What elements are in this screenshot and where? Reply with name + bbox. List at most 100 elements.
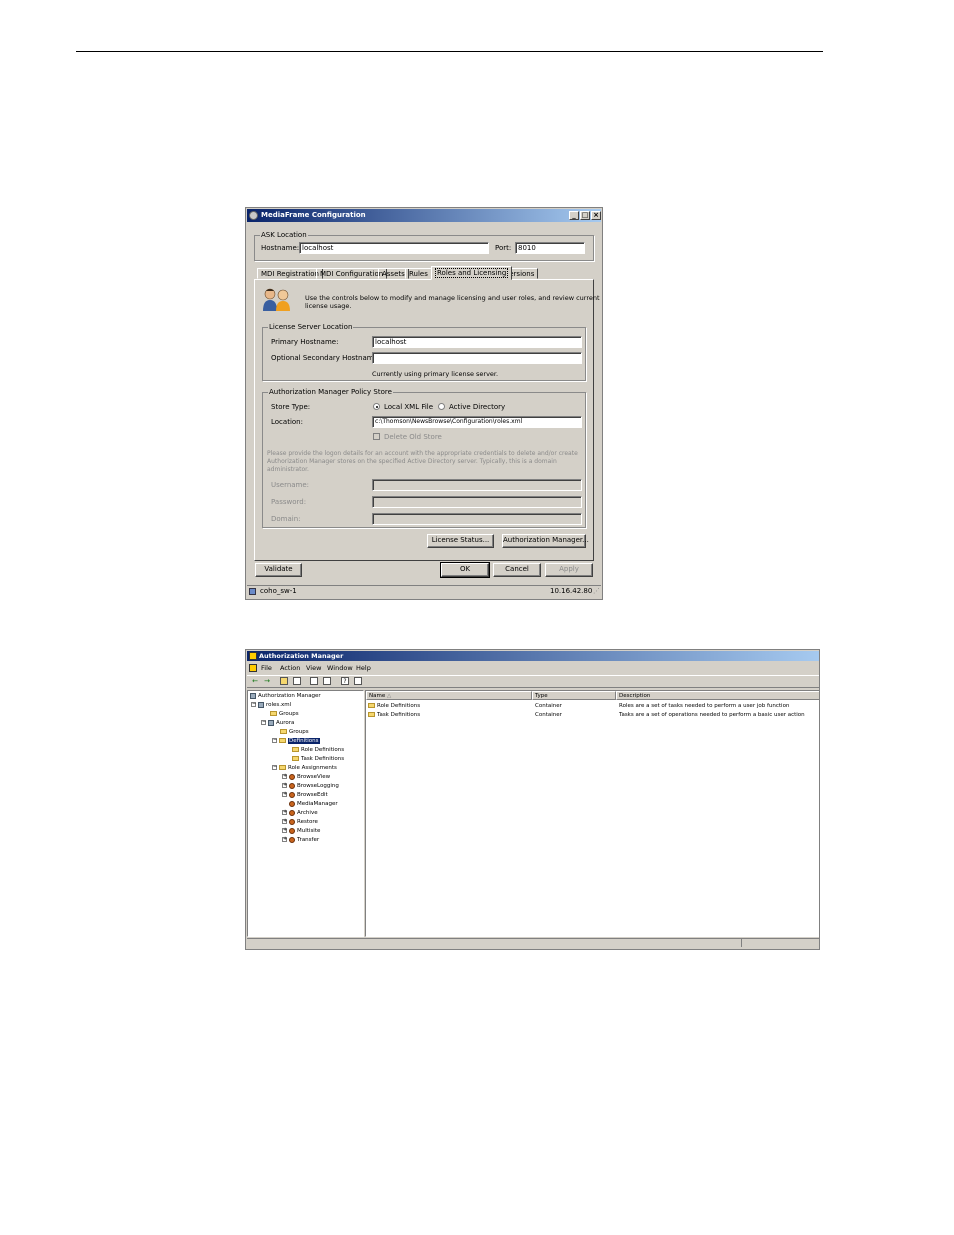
- primary-hostname-input[interactable]: localhost: [372, 336, 582, 348]
- menu-view[interactable]: View: [306, 663, 321, 673]
- close-icon[interactable]: ×: [591, 211, 601, 220]
- list-row-name[interactable]: Role Definitions: [368, 702, 420, 710]
- tab-roles-and-licensing[interactable]: Roles and Licensing: [431, 266, 513, 280]
- role-icon: [289, 827, 295, 834]
- tree-definitions-label: Definitions: [288, 738, 320, 744]
- menu-file[interactable]: File: [261, 663, 272, 673]
- active-directory-radio[interactable]: [438, 403, 445, 410]
- tree-role-assignments[interactable]: − Role Assignments: [272, 764, 337, 772]
- help-icon[interactable]: ?: [341, 677, 349, 685]
- forward-arrow-icon[interactable]: →: [263, 677, 271, 685]
- app-globe-icon: [249, 211, 258, 220]
- tree-role-definitions[interactable]: Role Definitions: [292, 746, 344, 754]
- authman-window-title: Authorization Manager: [259, 652, 344, 660]
- expand-icon[interactable]: +: [282, 774, 287, 779]
- port-input[interactable]: 8010: [515, 242, 585, 254]
- policy-store-legend: Authorization Manager Policy Store: [268, 388, 393, 396]
- domain-input[interactable]: [372, 513, 582, 525]
- tree-role[interactable]: + Restore: [282, 818, 318, 826]
- validate-button[interactable]: Validate: [255, 563, 302, 577]
- tree-role[interactable]: + BrowseEdit: [282, 791, 328, 799]
- tree-definitions[interactable]: − Definitions: [272, 737, 320, 745]
- config-title-bar[interactable]: MediaFrame Configuration _ □ ×: [247, 209, 601, 222]
- show-hide-tree-icon[interactable]: [293, 677, 301, 685]
- authorization-manager-button[interactable]: Authorization Manager...: [502, 534, 589, 548]
- tree-role[interactable]: + Archive: [282, 809, 318, 817]
- menu-help[interactable]: Help: [356, 663, 371, 673]
- hostname-input[interactable]: localhost: [299, 242, 489, 254]
- collapse-icon[interactable]: −: [261, 720, 266, 725]
- console-tree-icon[interactable]: [354, 677, 362, 685]
- local-xml-label[interactable]: Local XML File: [384, 403, 433, 411]
- authman-title-bar[interactable]: Authorization Manager: [247, 651, 819, 661]
- location-input[interactable]: c:\Thomson\NewsBrowse\Configuration\role…: [372, 416, 582, 428]
- sort-ascending-icon: △: [386, 693, 392, 699]
- tree-role[interactable]: + BrowseLogging: [282, 782, 339, 790]
- expand-icon[interactable]: +: [282, 792, 287, 797]
- maximize-icon[interactable]: □: [580, 211, 590, 220]
- local-xml-radio[interactable]: [373, 403, 380, 410]
- location-label: Location:: [271, 418, 303, 426]
- tree-store-groups[interactable]: Groups: [270, 710, 299, 718]
- expand-icon[interactable]: +: [282, 810, 287, 815]
- collapse-icon[interactable]: −: [251, 702, 256, 707]
- tree-role[interactable]: MediaManager: [289, 800, 338, 808]
- minimize-icon[interactable]: _: [569, 211, 579, 220]
- expand-icon[interactable]: +: [282, 783, 287, 788]
- delete-old-store-checkbox[interactable]: [373, 433, 380, 440]
- password-input[interactable]: [372, 496, 582, 508]
- apply-button[interactable]: Apply: [545, 563, 593, 577]
- up-folder-icon[interactable]: [280, 677, 288, 685]
- properties-icon[interactable]: [310, 677, 318, 685]
- cancel-button[interactable]: Cancel: [493, 563, 541, 577]
- secondary-hostname-label: Optional Secondary Hostname:: [271, 354, 381, 362]
- tree-task-definitions[interactable]: Task Definitions: [292, 755, 344, 763]
- tree-app-groups[interactable]: Groups: [280, 728, 309, 736]
- tree-root[interactable]: Authorization Manager: [250, 692, 321, 700]
- export-list-icon[interactable]: [323, 677, 331, 685]
- secondary-hostname-input[interactable]: [372, 352, 582, 364]
- column-header-description[interactable]: Description: [616, 691, 819, 700]
- list-row-description: Roles are a set of tasks needed to perfo…: [619, 703, 790, 709]
- tree-role[interactable]: + BrowseView: [282, 773, 330, 781]
- tree-role[interactable]: + Transfer: [282, 836, 319, 844]
- ok-button[interactable]: OK: [440, 562, 490, 578]
- role-icon: [289, 800, 295, 807]
- tree-store[interactable]: − roles.xml: [251, 701, 291, 709]
- tree-role[interactable]: + Multisite: [282, 827, 320, 835]
- tree-role-label: BrowseEdit: [297, 792, 328, 798]
- store-icon: [258, 701, 264, 708]
- list-row-name[interactable]: Task Definitions: [368, 711, 420, 719]
- authorization-manager-window: Authorization Manager File Action View W…: [245, 649, 820, 950]
- tab-mdi-configuration[interactable]: MDI Configuration: [316, 268, 388, 279]
- console-menu-icon[interactable]: [249, 664, 257, 672]
- tree-role-label: Transfer: [297, 837, 320, 843]
- expand-icon[interactable]: +: [282, 828, 287, 833]
- menu-action[interactable]: Action: [280, 663, 300, 673]
- username-input[interactable]: [372, 479, 582, 491]
- collapse-icon[interactable]: −: [272, 765, 277, 770]
- active-directory-label[interactable]: Active Directory: [449, 403, 505, 411]
- column-header-type[interactable]: Type: [532, 691, 616, 700]
- role-icon: [289, 836, 295, 843]
- resize-grip-icon[interactable]: ⋰: [593, 587, 600, 595]
- password-label: Password:: [271, 498, 307, 506]
- tab-mdi-registration[interactable]: MDI Registration: [257, 268, 323, 279]
- tab-roles-and-licensing-label: Roles and Licensing: [435, 268, 509, 278]
- expand-icon[interactable]: +: [282, 819, 287, 824]
- folder-icon: [368, 703, 375, 708]
- back-arrow-icon[interactable]: ←: [251, 677, 259, 685]
- license-status-button[interactable]: License Status...: [427, 534, 494, 548]
- menu-window[interactable]: Window: [327, 663, 353, 673]
- intro-text: Use the controls below to modify and man…: [305, 294, 600, 302]
- authman-toolbar: ← → ?: [247, 675, 819, 688]
- tab-rules[interactable]: Rules: [405, 268, 432, 279]
- tree-app[interactable]: − Aurora: [261, 719, 294, 727]
- role-icon: [289, 773, 295, 780]
- server-icon: [249, 588, 256, 595]
- column-header-name[interactable]: Name △: [366, 691, 532, 700]
- expand-icon[interactable]: +: [282, 837, 287, 842]
- collapse-icon[interactable]: −: [272, 738, 277, 743]
- folder-icon: [368, 712, 375, 717]
- credentials-note-line1: Please provide the logon details for an …: [267, 450, 578, 457]
